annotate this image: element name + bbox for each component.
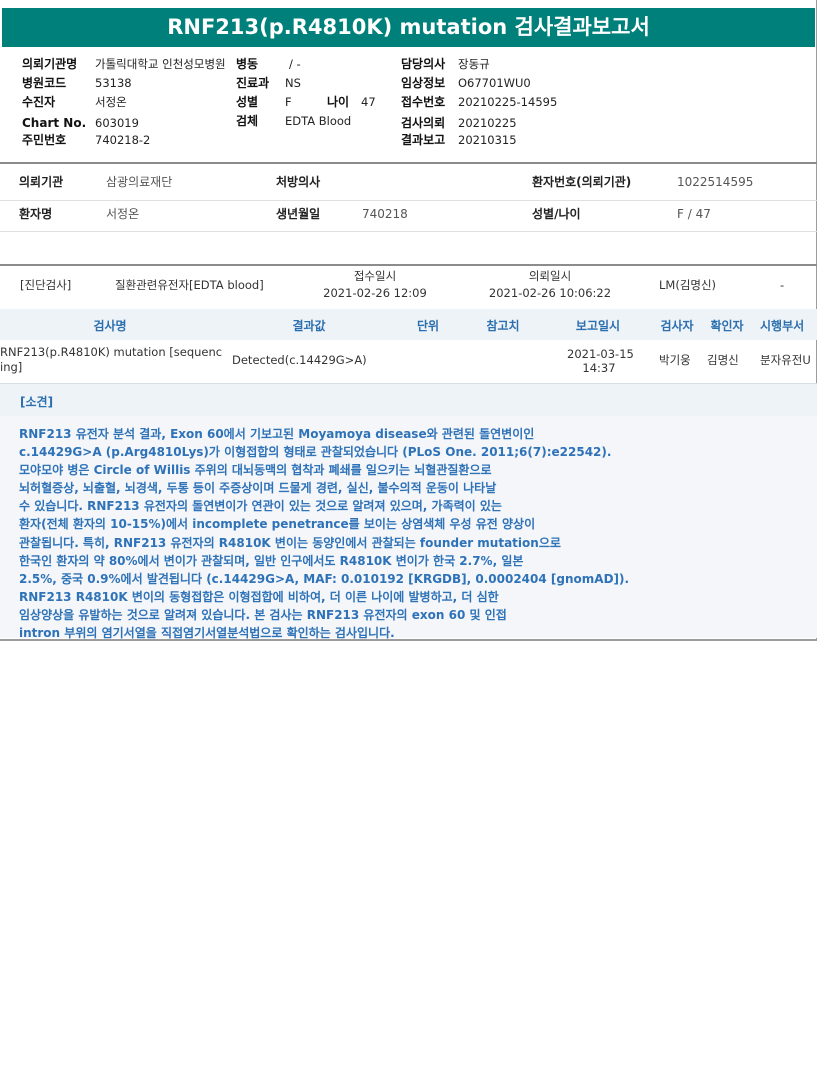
info-row-divider <box>0 231 817 232</box>
report-bottom-border <box>0 639 817 641</box>
findings-line: 수 있습니다. RNF213 유전자의 돌연변이가 연관이 있는 것으로 알려져… <box>19 499 502 514</box>
hospital-code-label: 병원코드 <box>22 76 67 90</box>
report-title: RNF213(p.R4810K) mutation 검사결과보고서 <box>2 8 815 47</box>
institution-label: 의뢰기관 <box>19 175 64 189</box>
attending-physician-label: 담당의사 <box>401 57 446 71</box>
patient-name-label: 환자명 <box>19 207 53 221</box>
receipt-number-label: 접수번호 <box>401 95 446 109</box>
hospital-code-value: 53138 <box>95 76 132 90</box>
col-department: 시행부서 <box>760 319 805 333</box>
requesting-institution-value: 가톨릭대학교 인천성모병원 <box>95 57 226 71</box>
findings-line: 환자(전체 환자의 10-15%)에서 incomplete penetranc… <box>19 517 536 532</box>
specimen-value: EDTA Blood <box>285 114 352 128</box>
result-test-name-line1: RNF213(p.R4810K) mutation [sequenc <box>0 345 223 359</box>
lab-physician: LM(김명신) <box>659 278 717 292</box>
findings-header <box>0 384 817 416</box>
birthdate-value: 740218 <box>362 207 408 221</box>
findings-line: 2.5%, 중국 0.9%에서 발견됩니다 (c.14429G>A, MAF: … <box>19 571 630 586</box>
findings-line: 한국인 환자의 약 80%에서 변이가 관찰되며, 일반 인구에서도 R4810… <box>19 553 524 568</box>
institution-value: 삼광의료재단 <box>106 175 173 189</box>
col-reference: 참고치 <box>486 319 520 333</box>
examinee-value: 서정온 <box>95 95 127 109</box>
resident-number-value: 740218-2 <box>95 133 151 147</box>
findings-label: [소견] <box>20 395 54 409</box>
info-row-divider <box>0 200 817 201</box>
findings-line: 모야모야 병은 Circle of Willis 주위의 대뇌동맥의 협착과 폐… <box>19 463 492 478</box>
col-report-date: 보고일시 <box>575 319 621 333</box>
col-test-name: 검사명 <box>93 319 127 333</box>
patient-number-label: 환자번호(의뢰기관) <box>532 175 632 189</box>
findings-text: RNF213 유전자 분석 결과, Exon 60에서 기보고된 Moyamoy… <box>19 425 630 642</box>
clinical-info-label: 임상정보 <box>401 76 446 90</box>
received-value: 2021-02-26 12:09 <box>323 286 427 300</box>
birthdate-label: 생년월일 <box>276 207 321 221</box>
result-report-time: 14:37 <box>582 361 616 375</box>
specimen-label: 검체 <box>236 114 259 128</box>
chart-no-label: Chart No. <box>22 116 87 130</box>
ward-label: 병동 <box>236 57 259 71</box>
findings-line: 뇌허혈증상, 뇌출혈, 뇌경색, 두통 등이 주증상이며 드물게 경련, 실신,… <box>19 481 497 496</box>
findings-line: 임상양상을 유발하는 것으로 알려져 있습니다. 본 검사는 RNF213 유전… <box>19 607 507 622</box>
test-section-divider <box>0 264 817 266</box>
test-request-value: 20210225 <box>458 116 517 130</box>
age-label: 나이 <box>327 95 350 109</box>
patient-name-value: 서정온 <box>106 207 140 221</box>
result-report-label: 결과보고 <box>401 133 446 147</box>
col-tester: 검사자 <box>660 319 694 333</box>
department-value: NS <box>285 76 301 90</box>
result-value: Detected(c.14429G>A) <box>232 353 367 367</box>
col-result: 결과값 <box>292 319 326 333</box>
receipt-number-value: 20210225-14595 <box>458 95 558 109</box>
test-category: [진단검사] <box>20 278 72 292</box>
result-confirmer: 김명신 <box>707 353 739 367</box>
attending-physician-value: 장동규 <box>458 57 490 71</box>
findings-line: RNF213 유전자 분석 결과, Exon 60에서 기보고된 Moyamoy… <box>19 427 535 441</box>
received-label: 접수일시 <box>353 269 397 283</box>
header-divider <box>0 162 817 164</box>
requesting-institution-label: 의뢰기관명 <box>22 57 78 71</box>
chart-no-value: 603019 <box>95 116 139 130</box>
sex-age-label: 성별/나이 <box>532 207 581 221</box>
findings-line: RNF213 R4810K 변이의 동형접합은 이형접합에 비하여, 더 이른 … <box>19 589 499 604</box>
department-label: 진료과 <box>236 76 270 90</box>
requested-label: 의뢰일시 <box>528 269 572 283</box>
patient-number-value: 1022514595 <box>677 175 754 189</box>
clinical-info-value: O67701WU0 <box>458 76 531 90</box>
examinee-label: 수진자 <box>22 95 56 109</box>
result-department: 분자유전U <box>760 353 811 367</box>
test-request-label: 검사의뢰 <box>401 116 446 130</box>
prescribing-physician-label: 처방의사 <box>276 175 321 189</box>
age-value: 47 <box>361 95 376 109</box>
sex-age-value: F / 47 <box>677 207 711 221</box>
ward-value: / - <box>289 57 301 71</box>
result-report-date: 2021-03-15 <box>567 347 634 361</box>
requested-value: 2021-02-26 10:06:22 <box>488 286 612 300</box>
test-dash: - <box>780 278 785 292</box>
result-tester: 박기웅 <box>659 353 691 367</box>
test-specimen-name: 질환관련유전자[EDTA blood] <box>115 278 264 292</box>
findings-line: c.14429G>A (p.Arg4810Lys)가 이형접합의 형태로 관찰되… <box>19 445 612 460</box>
result-report-value: 20210315 <box>458 133 517 147</box>
resident-number-label: 주민번호 <box>22 133 67 147</box>
findings-line: 관찰됩니다. 특히, RNF213 유전자의 R4810K 변이는 동양인에서 … <box>19 535 561 550</box>
col-unit: 단위 <box>416 319 440 333</box>
col-confirmer: 확인자 <box>710 319 744 333</box>
sex-value: F <box>285 95 292 109</box>
sex-label: 성별 <box>236 95 259 109</box>
result-test-name-line2: ing] <box>0 360 23 374</box>
